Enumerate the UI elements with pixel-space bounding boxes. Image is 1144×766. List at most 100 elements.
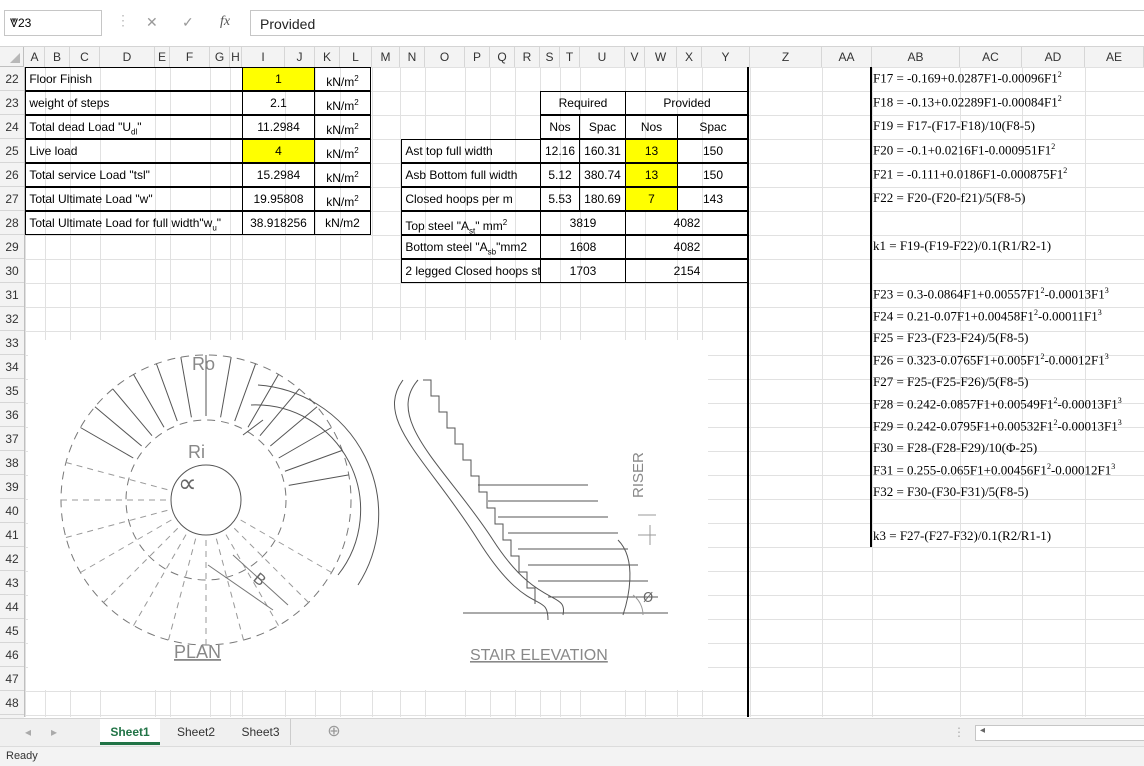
load-value[interactable]: 38.918256 bbox=[242, 211, 315, 235]
load-value[interactable]: 4 bbox=[242, 139, 315, 163]
required-spac[interactable]: 180.69 bbox=[579, 187, 626, 211]
insert-function-icon[interactable]: fx bbox=[220, 14, 230, 30]
steel-total-provided[interactable]: 4082 bbox=[625, 211, 749, 235]
load-unit[interactable]: kN/m2 bbox=[314, 115, 371, 139]
row-header-25[interactable]: 25 bbox=[0, 139, 24, 163]
load-value[interactable]: 19.95808 bbox=[242, 187, 315, 211]
row-header-35[interactable]: 35 bbox=[0, 379, 24, 403]
row-header-24[interactable]: 24 bbox=[0, 115, 24, 139]
row-header-31[interactable]: 31 bbox=[0, 283, 24, 307]
steel-row-label[interactable]: Ast top full width bbox=[401, 139, 541, 163]
spac-header[interactable]: Spac bbox=[677, 115, 749, 139]
chevron-down-icon[interactable]: ▼ bbox=[10, 16, 97, 25]
row-header-38[interactable]: 38 bbox=[0, 451, 24, 475]
load-unit[interactable]: kN/m2 bbox=[314, 187, 371, 211]
column-header-p[interactable]: P bbox=[465, 47, 490, 67]
column-header-w[interactable]: W bbox=[645, 47, 677, 67]
row-header-47[interactable]: 47 bbox=[0, 667, 24, 691]
row-header-40[interactable]: 40 bbox=[0, 499, 24, 523]
required-spac[interactable]: 160.31 bbox=[579, 139, 626, 163]
provided-spac[interactable]: 143 bbox=[677, 187, 749, 211]
splitter-icon[interactable]: ⋮ bbox=[952, 719, 966, 745]
provided-nos[interactable]: 13 bbox=[625, 163, 678, 187]
row-header-28[interactable]: 28 bbox=[0, 211, 24, 235]
provided-nos[interactable]: 13 bbox=[625, 139, 678, 163]
scroll-left-icon[interactable]: ◂ bbox=[18, 719, 38, 745]
stair-drawing[interactable]: Ro Ri ∝ B PLAN RISER Ø STAIR ELEVATION bbox=[28, 330, 708, 690]
row-header-32[interactable]: 32 bbox=[0, 307, 24, 331]
add-sheet-icon[interactable]: ⊕ bbox=[322, 719, 346, 745]
load-label[interactable]: Total service Load "tsl" bbox=[25, 163, 243, 187]
required-nos[interactable]: 12.16 bbox=[540, 139, 580, 163]
row-header-42[interactable]: 42 bbox=[0, 547, 24, 571]
column-header-o[interactable]: O bbox=[425, 47, 465, 67]
column-header-ab[interactable]: AB bbox=[872, 47, 960, 67]
steel-total-label[interactable]: 2 legged Closed hoops st bbox=[401, 259, 541, 283]
load-unit[interactable]: kN/m2 bbox=[314, 163, 371, 187]
steel-row-label[interactable]: Asb Bottom full width bbox=[401, 163, 541, 187]
column-header-l[interactable]: L bbox=[340, 47, 372, 67]
tab-sheet1[interactable]: Sheet1 bbox=[100, 719, 160, 745]
select-all-corner[interactable] bbox=[0, 47, 24, 67]
steel-total-required[interactable]: 3819 bbox=[540, 211, 626, 235]
row-header-43[interactable]: 43 bbox=[0, 571, 24, 595]
spac-header[interactable]: Spac bbox=[579, 115, 626, 139]
cancel-icon[interactable]: ✕ bbox=[146, 14, 158, 31]
column-header-v[interactable]: V bbox=[625, 47, 645, 67]
column-header-q[interactable]: Q bbox=[490, 47, 515, 67]
column-header-a[interactable]: A bbox=[25, 47, 45, 67]
required-spac[interactable]: 380.74 bbox=[579, 163, 626, 187]
row-header-30[interactable]: 30 bbox=[0, 259, 24, 283]
tab-sheet2[interactable]: Sheet2 bbox=[166, 719, 226, 745]
column-header-d[interactable]: D bbox=[100, 47, 155, 67]
load-value[interactable]: 1 bbox=[242, 67, 315, 91]
steel-total-required[interactable]: 1608 bbox=[540, 235, 626, 259]
row-header-22[interactable]: 22 bbox=[0, 67, 24, 91]
load-unit[interactable]: kN/m2 bbox=[314, 211, 371, 235]
steel-total-label[interactable]: Bottom steel "Asb"mm2 bbox=[401, 235, 541, 259]
row-header-36[interactable]: 36 bbox=[0, 403, 24, 427]
nos-header[interactable]: Nos bbox=[540, 115, 580, 139]
formula-input[interactable]: Provided bbox=[250, 10, 1144, 36]
steel-row-label[interactable]: Closed hoops per m bbox=[401, 187, 541, 211]
column-header-u[interactable]: U bbox=[580, 47, 625, 67]
load-unit[interactable]: kN/m2 bbox=[314, 91, 371, 115]
column-header-b[interactable]: B bbox=[45, 47, 70, 67]
column-header-ad[interactable]: AD bbox=[1022, 47, 1085, 67]
column-header-e[interactable]: E bbox=[155, 47, 170, 67]
row-header-29[interactable]: 29 bbox=[0, 235, 24, 259]
nos-header[interactable]: Nos bbox=[625, 115, 678, 139]
column-header-k[interactable]: K bbox=[315, 47, 340, 67]
required-nos[interactable]: 5.53 bbox=[540, 187, 580, 211]
column-header-j[interactable]: J bbox=[285, 47, 315, 67]
row-header-39[interactable]: 39 bbox=[0, 475, 24, 499]
load-unit[interactable]: kN/m2 bbox=[314, 67, 371, 91]
row-header-45[interactable]: 45 bbox=[0, 619, 24, 643]
steel-total-provided[interactable]: 2154 bbox=[625, 259, 749, 283]
column-header-h[interactable]: H bbox=[230, 47, 242, 67]
load-unit[interactable]: kN/m2 bbox=[314, 139, 371, 163]
provided-nos[interactable]: 7 bbox=[625, 187, 678, 211]
horizontal-scrollbar[interactable]: ◂ bbox=[975, 725, 1144, 741]
column-header-t[interactable]: T bbox=[560, 47, 580, 67]
enter-icon[interactable]: ✓ bbox=[182, 14, 194, 31]
column-header-m[interactable]: M bbox=[372, 47, 400, 67]
load-label[interactable]: Total Ultimate Load for full width"wu" bbox=[25, 211, 243, 235]
row-header-48[interactable]: 48 bbox=[0, 691, 24, 715]
column-header-r[interactable]: R bbox=[515, 47, 540, 67]
provided-spac[interactable]: 150 bbox=[677, 139, 749, 163]
load-label[interactable]: Floor Finish bbox=[25, 67, 243, 91]
column-header-ae[interactable]: AE bbox=[1085, 47, 1144, 67]
row-header-37[interactable]: 37 bbox=[0, 427, 24, 451]
load-label[interactable]: Total dead Load "Udl" bbox=[25, 115, 243, 139]
scroll-right-icon[interactable]: ▸ bbox=[44, 719, 64, 745]
provided-header[interactable]: Provided bbox=[625, 91, 749, 115]
steel-total-provided[interactable]: 4082 bbox=[625, 235, 749, 259]
row-header-44[interactable]: 44 bbox=[0, 595, 24, 619]
tab-sheet3[interactable]: Sheet3 bbox=[231, 719, 291, 745]
row-header-27[interactable]: 27 bbox=[0, 187, 24, 211]
column-header-f[interactable]: F bbox=[170, 47, 210, 67]
row-header-26[interactable]: 26 bbox=[0, 163, 24, 187]
load-label[interactable]: Live load bbox=[25, 139, 243, 163]
steel-total-label[interactable]: Top steel "Ast" mm2 bbox=[401, 211, 541, 235]
